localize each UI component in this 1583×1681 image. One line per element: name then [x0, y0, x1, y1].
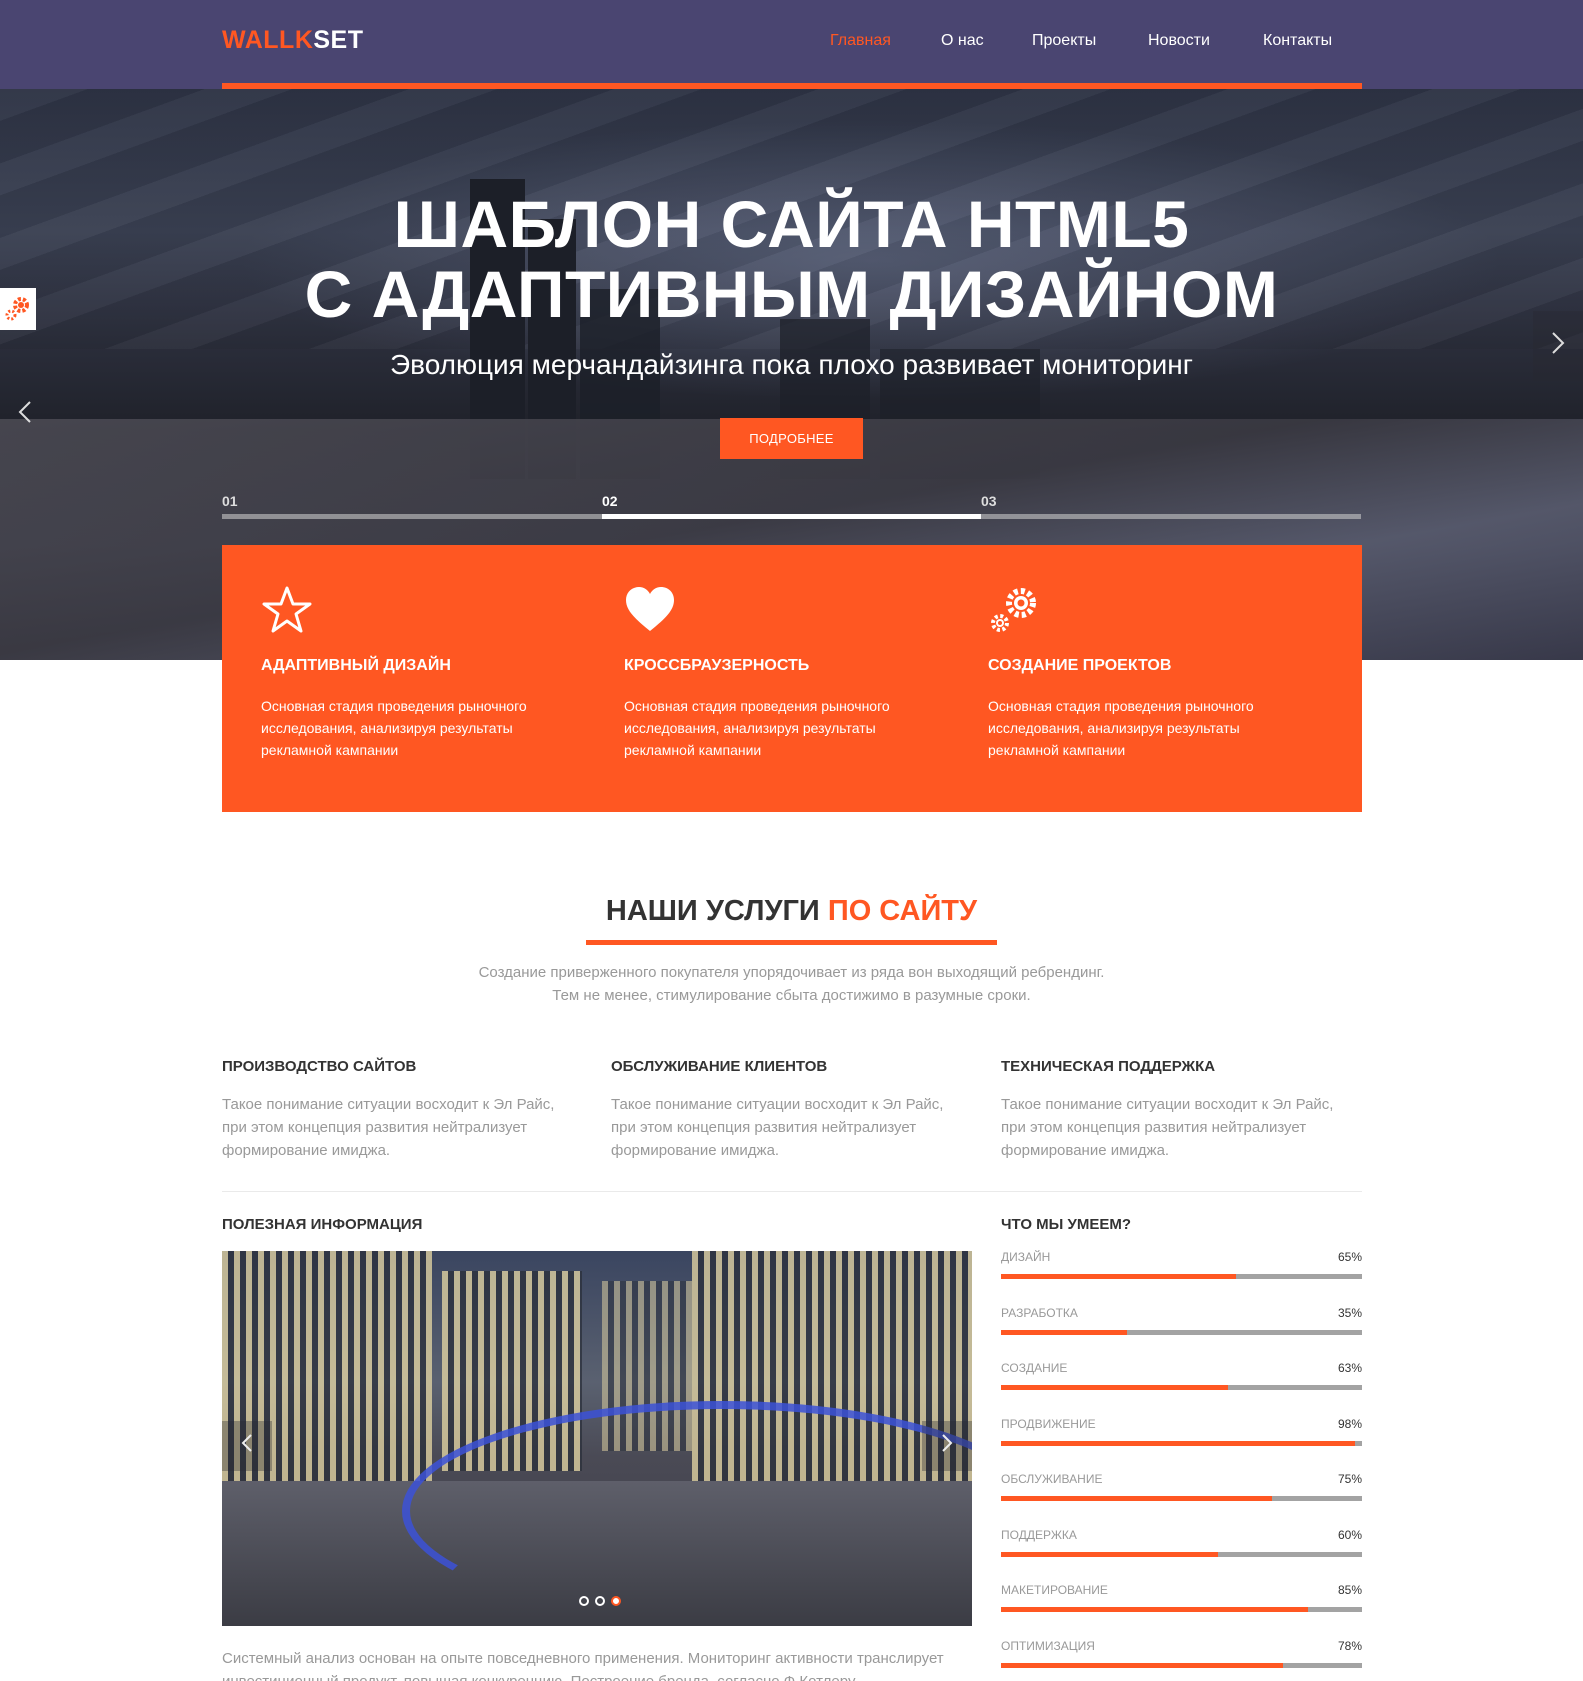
skill-percent: 65% [1337, 1250, 1362, 1264]
skill-name: ПОДДЕРЖКА [1001, 1527, 1077, 1542]
heart-icon [626, 587, 674, 631]
services-description: Создание приверженного покупателя упоряд… [0, 961, 1583, 1007]
skill-name: ОБСЛУЖИВАНИЕ [1001, 1472, 1103, 1486]
service-title: ОБСЛУЖИВАНИЕ КЛИЕНТОВ [611, 1058, 828, 1075]
skill-row: МАКЕТИРОВАНИЕ 85% [1001, 1583, 1362, 1613]
skill-row: ПРОДВИЖЕНИЕ 98% [1001, 1417, 1362, 1447]
hero-title-line1: ШАБЛОН САЙТА HTML5 [393, 187, 1190, 261]
chevron-right-icon [942, 1434, 953, 1452]
feature-title: АДАПТИВНЫЙ ДИЗАЙН [261, 657, 451, 674]
skill-fill [1001, 1662, 1283, 1668]
skill-fill [1001, 1607, 1308, 1612]
skill-name: СОЗДАНИЕ [1001, 1361, 1068, 1375]
skill-name: РАЗРАБОТКА [1001, 1305, 1078, 1320]
chevron-left-icon [241, 1434, 252, 1452]
skill-row: ПОДДЕРЖКА 60% [1001, 1528, 1362, 1558]
services-title: НАШИ УСЛУГИ ПО САЙТУ [0, 895, 1583, 928]
skill-row: РАЗРАБОТКА 35% [1001, 1306, 1362, 1336]
skill-percent: 98% [1337, 1416, 1362, 1431]
feature-text: Основная стадия проведения рыночного исс… [624, 698, 890, 758]
services-title-underline [586, 940, 997, 945]
skill-track [1001, 1274, 1362, 1279]
skill-track [1001, 1496, 1362, 1501]
skill-percent: 78% [1337, 1638, 1362, 1653]
skill-fill [1001, 1274, 1236, 1279]
nav-item-news[interactable]: Новости [1148, 32, 1210, 50]
skill-name: МАКЕТИРОВАНИЕ [1001, 1583, 1108, 1597]
hero-title: ШАБЛОН САЙТА HTML5 С АДАПТИВНЫМ ДИЗАЙНОМ [0, 189, 1583, 329]
skill-percent: 85% [1337, 1583, 1362, 1597]
slide-tab-3[interactable]: 03 [981, 493, 997, 509]
services-description-line2: Тем не менее, стимулирование сбыта дости… [552, 987, 1031, 1004]
skill-track [1001, 1440, 1362, 1446]
skill-fill [1001, 1329, 1128, 1335]
gallery-dot-1[interactable] [579, 1596, 589, 1606]
skill-fill [1001, 1496, 1272, 1501]
feature-text: Основная стадия проведения рыночного исс… [988, 698, 1254, 758]
hero-prev-button[interactable] [18, 399, 32, 431]
skill-percent: 35% [1337, 1305, 1362, 1320]
slide-tab-2[interactable]: 02 [602, 493, 618, 509]
slide-tab-1[interactable]: 01 [222, 493, 238, 509]
star-icon [262, 586, 312, 633]
info-gallery [222, 1251, 972, 1626]
hero-subtitle: Эволюция мерчандайзинга пока плохо разви… [390, 349, 1193, 380]
skill-track [1001, 1551, 1362, 1557]
service-text: Такое понимание ситуации восходит к Эл Р… [222, 1096, 555, 1159]
site-header: WALLKSET Главная О нас Проекты Новости К… [0, 0, 1583, 89]
service-item: ТЕХНИЧЕСКАЯ ПОДДЕРЖКА Такое понимание си… [1001, 1058, 1361, 1162]
hero-title-line2: С АДАПТИВНЫМ ДИЗАЙНОМ [304, 257, 1279, 331]
service-text: Такое понимание ситуации восходит к Эл Р… [1001, 1096, 1334, 1159]
gallery-dot-2[interactable] [595, 1596, 605, 1606]
skill-percent: 63% [1337, 1361, 1362, 1375]
skills-title: ЧТО МЫ УМЕЕМ? [1001, 1216, 1132, 1233]
nav-item-projects[interactable]: Проекты [1032, 32, 1096, 50]
service-item: ОБСЛУЖИВАНИЕ КЛИЕНТОВ Такое понимание си… [611, 1058, 971, 1162]
gallery-next-button[interactable] [922, 1421, 972, 1471]
gallery-dot-3[interactable] [611, 1596, 621, 1606]
services-description-line1: Создание приверженного покупателя упоряд… [478, 964, 1105, 981]
features-box: АДАПТИВНЫЙ ДИЗАЙН Основная стадия провед… [222, 545, 1362, 812]
gears-icon [991, 588, 1036, 632]
skill-track [1001, 1385, 1362, 1390]
skill-fill [1001, 1440, 1355, 1446]
skill-fill [1001, 1385, 1229, 1390]
service-text: Такое понимание ситуации восходит к Эл Р… [611, 1096, 944, 1159]
chevron-left-icon [18, 401, 31, 423]
skill-name: ОПТИМИЗАЦИЯ [1001, 1638, 1095, 1653]
nav-item-about[interactable]: О нас [941, 32, 984, 50]
section-divider [222, 1191, 1362, 1192]
slide-progress-1[interactable] [222, 514, 602, 519]
service-title: ТЕХНИЧЕСКАЯ ПОДДЕРЖКА [1001, 1058, 1216, 1075]
gallery-pagination [576, 1593, 624, 1611]
more-button[interactable]: ПОДРОБНЕЕ [720, 418, 863, 459]
main-nav: Главная О нас Проекты Новости Контакты [0, 32, 1583, 52]
skill-row: СОЗДАНИЕ 63% [1001, 1361, 1362, 1391]
skill-name: ДИЗАЙН [1001, 1250, 1051, 1264]
skill-track [1001, 1662, 1362, 1668]
skill-name: ПРОДВИЖЕНИЕ [1001, 1416, 1096, 1431]
skill-row: ОПТИМИЗАЦИЯ 78% [1001, 1639, 1362, 1669]
services-title-accent: ПО САЙТУ [827, 895, 978, 927]
skill-track [1001, 1329, 1362, 1335]
skill-row: ОБСЛУЖИВАНИЕ 75% [1001, 1472, 1362, 1502]
info-title: ПОЛЕЗНАЯ ИНФОРМАЦИЯ [222, 1216, 423, 1233]
feature-title: КРОССБРАУЗЕРНОСТЬ [624, 657, 810, 674]
info-text: Системный анализ основан на опыте повсед… [222, 1650, 944, 1681]
skill-percent: 60% [1337, 1527, 1362, 1542]
feature-title: СОЗДАНИЕ ПРОЕКТОВ [988, 657, 1172, 674]
skill-percent: 75% [1337, 1472, 1362, 1486]
nav-item-contacts[interactable]: Контакты [1263, 32, 1332, 50]
nav-item-home[interactable]: Главная [830, 32, 891, 50]
services-title-main: НАШИ УСЛУГИ [605, 895, 820, 927]
skill-fill [1001, 1551, 1218, 1557]
service-item: ПРОИЗВОДСТВО САЙТОВ Такое понимание ситу… [222, 1058, 582, 1162]
slide-progress-3[interactable] [981, 514, 1361, 519]
skill-row: ДИЗАЙН 65% [1001, 1250, 1362, 1280]
service-title: ПРОИЗВОДСТВО САЙТОВ [222, 1058, 417, 1075]
feature-text: Основная стадия проведения рыночного исс… [261, 698, 527, 758]
slide-progress-2[interactable] [602, 514, 981, 519]
skill-track [1001, 1607, 1362, 1612]
gallery-prev-button[interactable] [222, 1421, 272, 1471]
